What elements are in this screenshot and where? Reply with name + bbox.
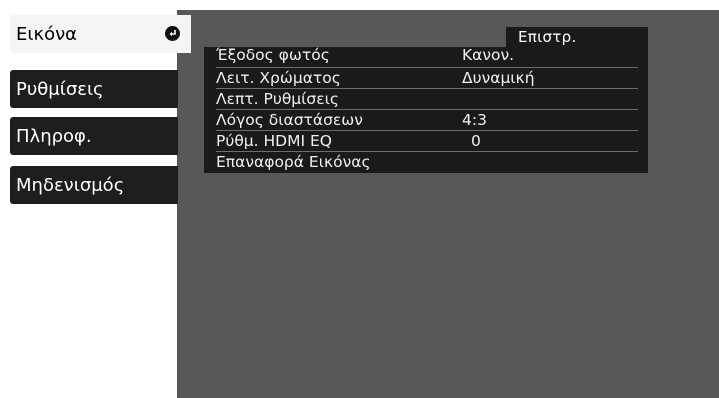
- sidebar-item-label: Ρυθμίσεις: [16, 78, 104, 100]
- row-label: Λεπτ. Ρυθμίσεις: [216, 90, 339, 108]
- menu-row-hdmi-eq[interactable]: Ρύθμ. HDMI EQ 0: [204, 131, 648, 152]
- row-value: Κανον.: [462, 46, 515, 64]
- sidebar-item-settings[interactable]: Ρυθμίσεις: [10, 70, 178, 108]
- row-value: Δυναμική: [462, 69, 535, 87]
- back-label: Επιστρ.: [518, 28, 577, 46]
- back-button[interactable]: Επιστρ.: [506, 27, 648, 47]
- row-label: Λειτ. Χρώματος: [216, 69, 341, 87]
- row-label: Λόγος διαστάσεων: [216, 111, 363, 129]
- sidebar-item-label: Πληροφ.: [16, 125, 92, 147]
- enter-arrow-icon: [165, 26, 180, 41]
- menu-row-advanced[interactable]: Λεπτ. Ρυθμίσεις: [204, 89, 648, 110]
- menu-row-aspect[interactable]: Λόγος διαστάσεων 4:3: [204, 110, 648, 131]
- menu-row-image-reset[interactable]: Επαναφορά Εικόνας: [204, 152, 648, 173]
- sidebar-item-image[interactable]: Εικόνα: [10, 15, 191, 53]
- menu-row-light-output[interactable]: Έξοδος φωτός Κανον.: [204, 46, 648, 68]
- sidebar-item-info[interactable]: Πληροφ.: [10, 117, 178, 155]
- settings-list: Έξοδος φωτός Κανον. Λειτ. Χρώματος Δυναμ…: [204, 46, 648, 173]
- row-label: Ρύθμ. HDMI EQ: [216, 132, 332, 150]
- sidebar-item-reset[interactable]: Μηδενισμός: [10, 166, 178, 204]
- row-label: Επαναφορά Εικόνας: [216, 153, 371, 171]
- row-value: 4:3: [462, 111, 487, 129]
- row-label: Έξοδος φωτός: [216, 46, 330, 64]
- sidebar-item-label: Εικόνα: [16, 23, 78, 45]
- menu-row-color-mode[interactable]: Λειτ. Χρώματος Δυναμική: [204, 68, 648, 89]
- row-value: 0: [471, 132, 481, 150]
- sidebar-item-label: Μηδενισμός: [16, 174, 125, 196]
